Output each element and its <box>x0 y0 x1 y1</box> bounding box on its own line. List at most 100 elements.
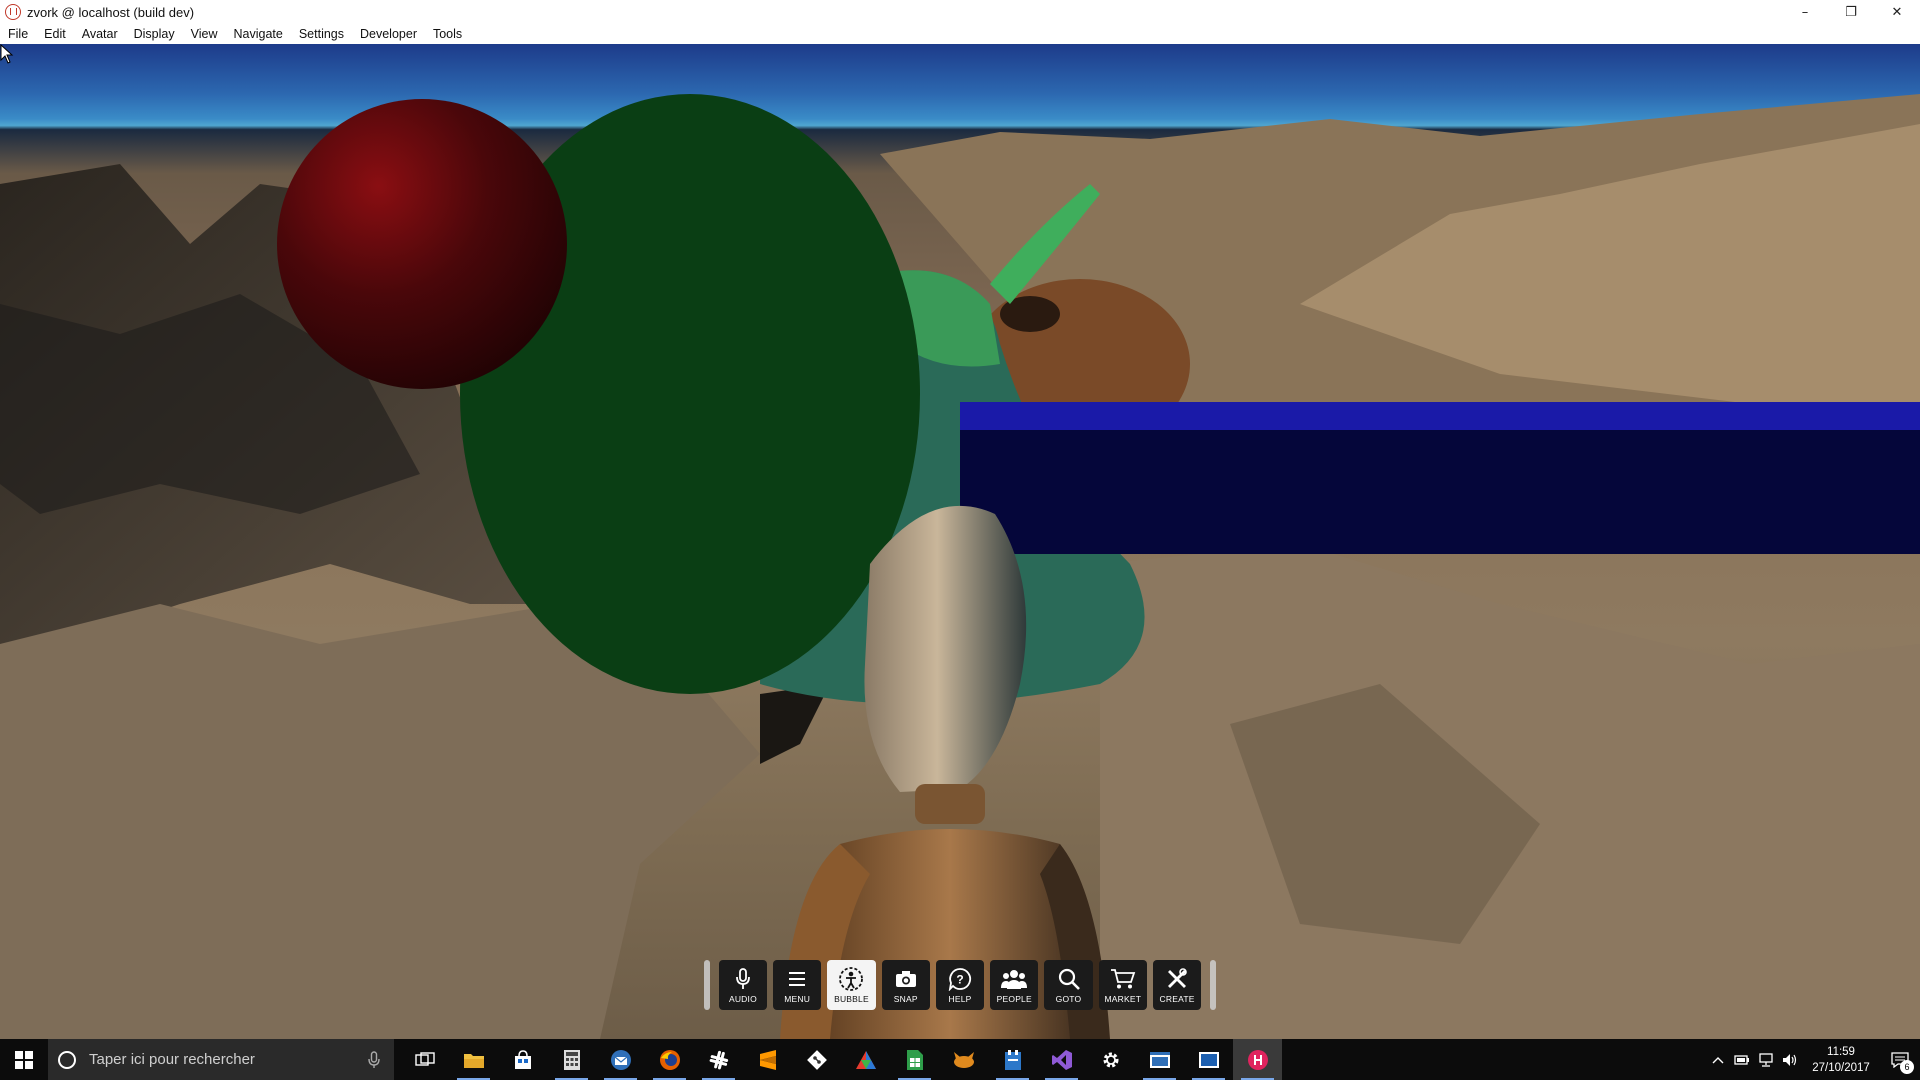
3d-viewport[interactable] <box>0 44 1920 1039</box>
market-button[interactable]: MARKET <box>1098 960 1147 1010</box>
taskbar-slack[interactable] <box>694 1039 743 1080</box>
taskbar-settings[interactable] <box>1086 1039 1135 1080</box>
windows-logo-icon <box>15 1050 33 1069</box>
menu-bar: File Edit Avatar Display View Navigate S… <box>0 24 1920 44</box>
slack-icon <box>709 1050 728 1069</box>
goto-button[interactable]: GOTO <box>1044 960 1093 1010</box>
taskbar-visual-studio[interactable] <box>1037 1039 1086 1080</box>
restore-button[interactable]: ❐ <box>1828 0 1874 24</box>
people-button[interactable]: PEOPLE <box>990 960 1039 1010</box>
magnifier-icon <box>1056 966 1082 992</box>
menu-file[interactable]: File <box>0 24 36 44</box>
menu-avatar[interactable]: Avatar <box>74 24 126 44</box>
system-tray: 11:59 27/10/2017 6 <box>1706 1039 1920 1080</box>
taskbar-fox-app[interactable] <box>939 1039 988 1080</box>
store-icon <box>514 1049 531 1069</box>
taskbar-window-app-2[interactable] <box>1184 1039 1233 1080</box>
taskbar-search[interactable]: Taper ici pour rechercher <box>48 1039 394 1080</box>
taskbar-firefox[interactable] <box>645 1039 694 1080</box>
file-explorer-icon <box>463 1053 484 1068</box>
market-label: MARKET <box>1104 994 1142 1004</box>
git-icon <box>806 1049 827 1070</box>
start-button[interactable] <box>0 1039 48 1080</box>
thunderbird-icon <box>610 1049 631 1070</box>
help-bubble-icon: ? <box>947 966 973 992</box>
menu-label: MENU <box>784 994 811 1004</box>
people-label: PEOPLE <box>996 994 1032 1004</box>
menu-button[interactable]: MENU <box>773 960 822 1010</box>
tray-volume[interactable] <box>1778 1039 1802 1080</box>
clock-time: 11:59 <box>1827 1045 1855 1058</box>
create-button[interactable]: CREATE <box>1152 960 1202 1010</box>
tray-power[interactable] <box>1730 1039 1754 1080</box>
tools-icon <box>1164 966 1190 992</box>
help-button[interactable]: ? HELP <box>935 960 985 1010</box>
firefox-icon <box>659 1049 680 1070</box>
calculator-icon <box>563 1049 580 1070</box>
taskbar-hifi[interactable] <box>1233 1039 1282 1080</box>
audio-button[interactable]: AUDIO <box>718 960 768 1010</box>
menu-edit[interactable]: Edit <box>36 24 74 44</box>
hamburger-menu-icon <box>784 966 810 992</box>
toolbar-grip-left[interactable] <box>704 960 710 1010</box>
tray-overflow[interactable] <box>1706 1039 1730 1080</box>
taskbar-triangle-app[interactable] <box>841 1039 890 1080</box>
bubble-person-icon <box>838 966 864 992</box>
taskbar-window-app[interactable] <box>1135 1039 1184 1080</box>
audio-label: AUDIO <box>728 994 757 1004</box>
hifi-toolbar: AUDIO MENU BUBBLE SNAP ? HELP PEOPLE GOT… <box>698 957 1222 1013</box>
volume-icon <box>1783 1053 1797 1066</box>
task-view-button[interactable] <box>400 1039 449 1080</box>
menu-tools[interactable]: Tools <box>425 24 470 44</box>
taskbar-calculator[interactable] <box>547 1039 596 1080</box>
snap-button[interactable]: SNAP <box>881 960 930 1010</box>
settings-gear-icon <box>1103 1052 1118 1067</box>
window-controls: – ❐ ✕ <box>1782 0 1920 24</box>
taskbar-thunderbird[interactable] <box>596 1039 645 1080</box>
toolbar-grip-right[interactable] <box>1210 960 1216 1010</box>
sublime-icon <box>759 1049 776 1070</box>
spreadsheet-icon <box>906 1049 923 1070</box>
battery-icon <box>1734 1054 1749 1065</box>
triangle-app-icon <box>855 1050 876 1069</box>
action-center-button[interactable]: 6 <box>1880 1039 1920 1080</box>
windows-taskbar: Taper ici pour rechercher 11:59 27/10/20… <box>0 1039 1920 1080</box>
taskbar-spreadsheet[interactable] <box>890 1039 939 1080</box>
fox-app-icon <box>953 1051 974 1068</box>
notepad-app-icon <box>1004 1049 1021 1070</box>
taskbar-clock[interactable]: 11:59 27/10/2017 <box>1802 1044 1880 1076</box>
taskbar-git[interactable] <box>792 1039 841 1080</box>
create-label: CREATE <box>1159 994 1195 1004</box>
taskbar-file-explorer[interactable] <box>449 1039 498 1080</box>
notification-count-badge: 6 <box>1900 1060 1914 1074</box>
goto-label: GOTO <box>1055 994 1082 1004</box>
close-button[interactable]: ✕ <box>1874 0 1920 24</box>
visual-studio-icon <box>1051 1049 1072 1070</box>
task-view-icon <box>414 1051 435 1066</box>
taskbar-sublime[interactable] <box>743 1039 792 1080</box>
menu-display[interactable]: Display <box>126 24 183 44</box>
taskbar-store[interactable] <box>498 1039 547 1080</box>
search-placeholder: Taper ici pour rechercher <box>89 1051 255 1068</box>
microphone-icon <box>730 966 756 992</box>
menu-navigate[interactable]: Navigate <box>225 24 290 44</box>
network-icon <box>1759 1052 1773 1067</box>
hifi-logo-icon <box>5 4 21 20</box>
menu-developer[interactable]: Developer <box>352 24 425 44</box>
scene <box>0 94 1920 1039</box>
cart-icon <box>1110 966 1136 992</box>
minimize-button[interactable]: – <box>1782 0 1828 24</box>
bubble-label: BUBBLE <box>834 994 869 1004</box>
svg-text:?: ? <box>956 973 963 987</box>
help-label: HELP <box>948 994 972 1004</box>
taskbar-notepad-app[interactable] <box>988 1039 1037 1080</box>
microphone-icon[interactable] <box>368 1051 380 1069</box>
cortana-icon <box>58 1050 76 1069</box>
camera-icon <box>893 966 919 992</box>
window-app-2-icon <box>1198 1051 1219 1068</box>
tray-network[interactable] <box>1754 1039 1778 1080</box>
bubble-button[interactable]: BUBBLE <box>827 960 876 1010</box>
menu-view[interactable]: View <box>183 24 226 44</box>
menu-settings[interactable]: Settings <box>291 24 352 44</box>
hifi-icon <box>1247 1049 1268 1070</box>
